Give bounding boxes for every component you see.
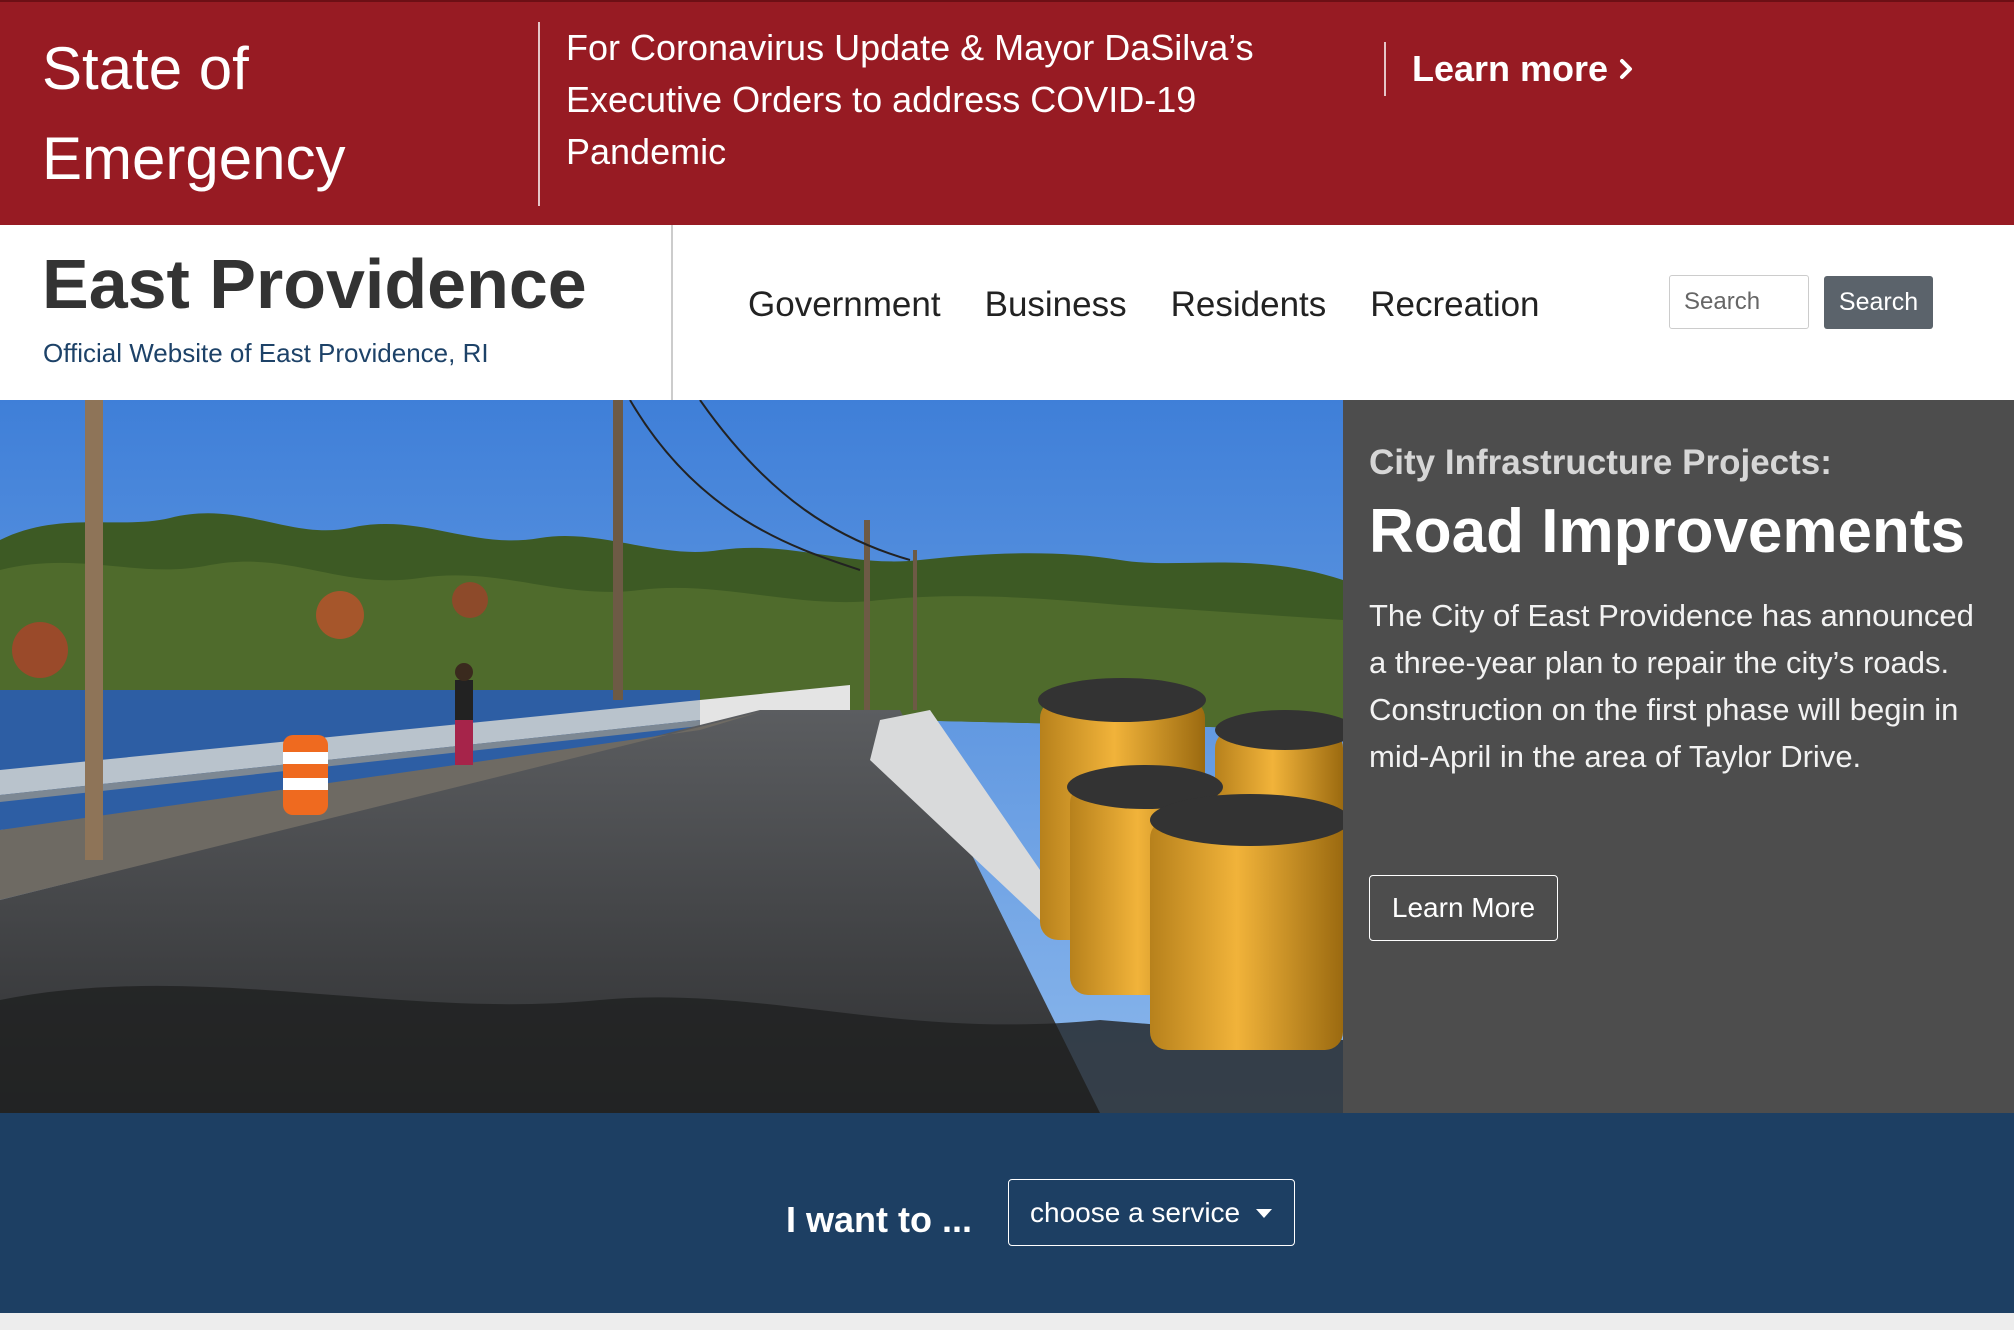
main-navigation: Government Business Residents Recreation xyxy=(748,280,1540,330)
hero-title: Road Improvements xyxy=(1369,497,1966,566)
hero-description: The City of East Providence has announce… xyxy=(1369,598,1974,774)
caret-down-icon xyxy=(1256,1209,1272,1218)
site-title[interactable]: East Providence xyxy=(42,239,587,329)
header-divider xyxy=(671,225,673,400)
nav-item-recreation[interactable]: Recreation xyxy=(1370,280,1539,330)
service-finder-bar: I want to ... choose a service xyxy=(0,1113,2014,1313)
search-button[interactable]: Search xyxy=(1824,276,1933,329)
hero-photo-road-construction xyxy=(0,400,1343,1113)
hero-section: City Infrastructure Projects: Road Impro… xyxy=(0,400,2014,1113)
hero-feature-panel: City Infrastructure Projects: Road Impro… xyxy=(1343,400,2014,1113)
nav-item-business[interactable]: Business xyxy=(985,280,1127,330)
alert-title: State of Emergency xyxy=(42,35,346,192)
service-select-dropdown[interactable]: choose a service xyxy=(1008,1179,1295,1246)
page-bottom-strip xyxy=(0,1313,2014,1330)
site-header: East Providence Official Website of East… xyxy=(0,225,2014,400)
alert-divider xyxy=(538,22,540,206)
search-input[interactable] xyxy=(1669,275,1809,329)
chevron-right-icon xyxy=(1620,59,1633,79)
nav-item-government[interactable]: Government xyxy=(748,280,941,330)
hero-learn-more-button[interactable]: Learn More xyxy=(1369,875,1558,941)
nav-item-residents[interactable]: Residents xyxy=(1171,280,1327,330)
alert-message: For Coronavirus Update & Mayor DaSilva’s… xyxy=(566,27,1254,172)
emergency-alert-banner: State of Emergency For Coronavirus Updat… xyxy=(0,0,2014,225)
alert-learn-more-link[interactable]: Learn more xyxy=(1412,46,1636,92)
alert-divider-secondary xyxy=(1384,42,1386,96)
service-finder-label: I want to ... xyxy=(786,1199,972,1240)
service-select-value: choose a service xyxy=(1030,1196,1241,1228)
site-tagline: Official Website of East Providence, RI xyxy=(43,338,489,368)
hero-kicker: City Infrastructure Projects: xyxy=(1369,443,1832,482)
alert-learn-more-label: Learn more xyxy=(1412,48,1609,89)
